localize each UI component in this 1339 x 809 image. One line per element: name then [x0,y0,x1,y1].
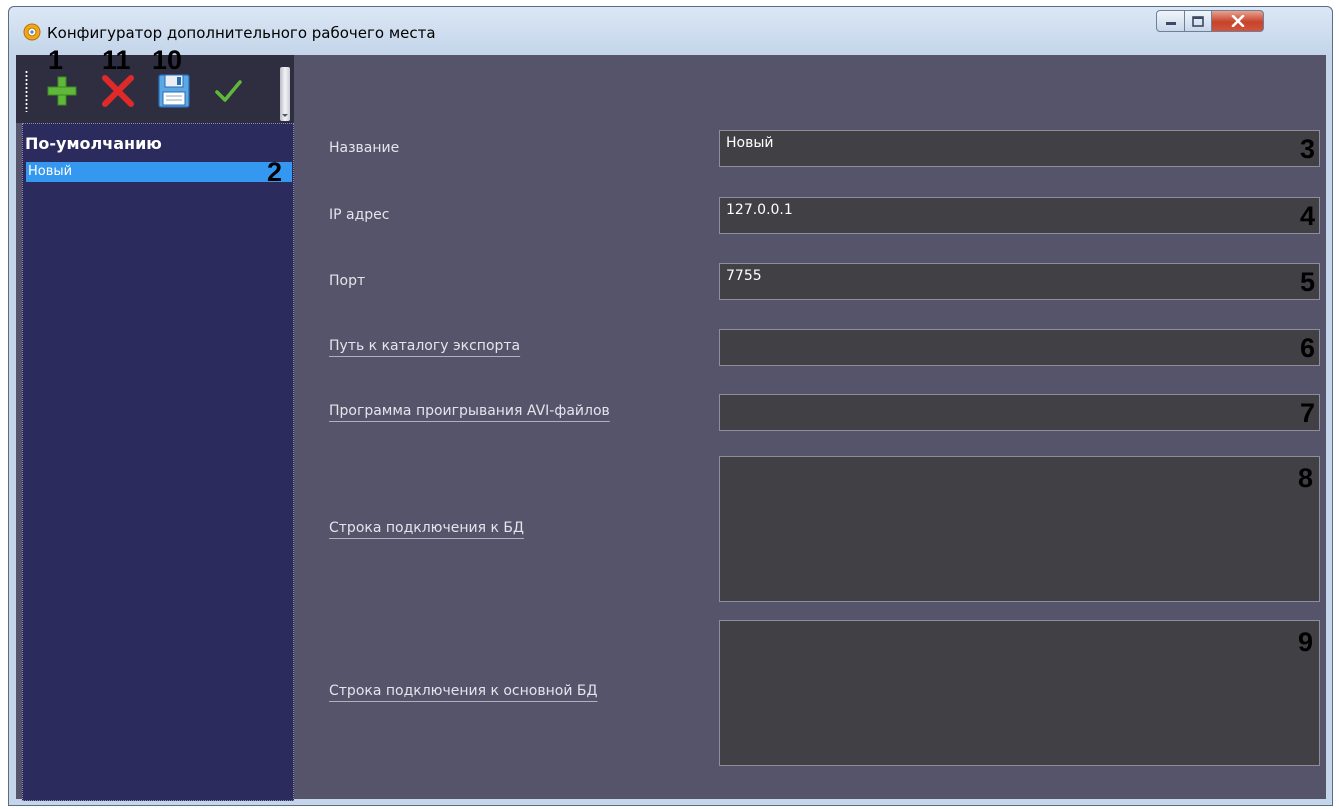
toolbar: 1 11 10 [16,47,294,123]
add-icon [47,76,77,106]
name-input[interactable]: Новый 3 [719,130,1320,167]
name-input-value: Новый [726,135,774,151]
annotation-9: 9 [1297,627,1313,657]
apply-button[interactable] [206,69,250,113]
apply-check-icon [215,80,242,102]
minimize-icon [1165,22,1176,25]
maximize-button[interactable] [1184,10,1212,32]
annotation-3: 3 [1299,134,1315,164]
configurator-window: Конфигуратор дополнительного рабочего ме… [8,6,1333,806]
title-bar[interactable]: Конфигуратор дополнительного рабочего ме… [9,7,1332,55]
app-gear-icon [23,23,41,41]
label-name: Название [329,140,400,156]
ip-address-input[interactable]: 127.0.0.1 4 [719,197,1320,234]
export-path-input[interactable]: 6 [719,329,1320,366]
port-input-value: 7755 [726,268,762,284]
close-icon [1231,15,1244,27]
annotation-10: 10 [152,45,183,75]
avi-player-input[interactable]: 7 [719,394,1320,431]
close-button[interactable] [1211,10,1264,32]
label-db-connection-link[interactable]: Строка подключения к БД [329,520,524,536]
main-db-connection-textarea[interactable]: 9 [719,620,1320,766]
workstation-tree[interactable]: По-умолчанию Новый 2 [22,123,294,801]
label-export-path-link[interactable]: Путь к каталогу экспорта [329,338,520,354]
annotation-2: 2 [267,157,283,187]
label-avi-player-link[interactable]: Программа проигрывания AVI-файлов [329,403,610,419]
delete-button[interactable] [96,69,140,113]
client-area: 1 11 10 По-умолчанию Новый 2 Название IP… [16,47,1326,801]
label-port: Порт [329,273,366,289]
tree-item-new[interactable]: Новый [26,162,292,182]
maximize-icon [1192,15,1204,27]
save-button[interactable] [152,69,196,113]
port-input[interactable]: 7755 5 [719,263,1320,300]
db-connection-textarea[interactable]: 8 [719,456,1320,602]
window-title: Конфигуратор дополнительного рабочего ме… [47,24,436,42]
annotation-5: 5 [1299,267,1315,297]
label-main-db-connection-link[interactable]: Строка подключения к основной БД [329,683,597,699]
chevron-down-icon [282,114,288,117]
tree-group-default[interactable]: По-умолчанию [25,134,162,153]
toolbar-overflow-button[interactable] [280,67,290,121]
ip-address-input-value: 127.0.0.1 [726,202,793,218]
save-icon [158,74,190,108]
annotation-4: 4 [1299,201,1315,231]
annotation-8: 8 [1297,463,1313,493]
annotation-1: 1 [48,45,64,75]
label-ip-address: IP адрес [329,207,390,223]
delete-icon [102,75,134,107]
add-button[interactable] [40,69,84,113]
annotation-6: 6 [1299,333,1315,363]
toolbar-grip[interactable] [25,70,28,112]
minimize-button[interactable] [1156,10,1185,32]
annotation-11: 11 [102,45,131,75]
annotation-7: 7 [1299,398,1315,428]
